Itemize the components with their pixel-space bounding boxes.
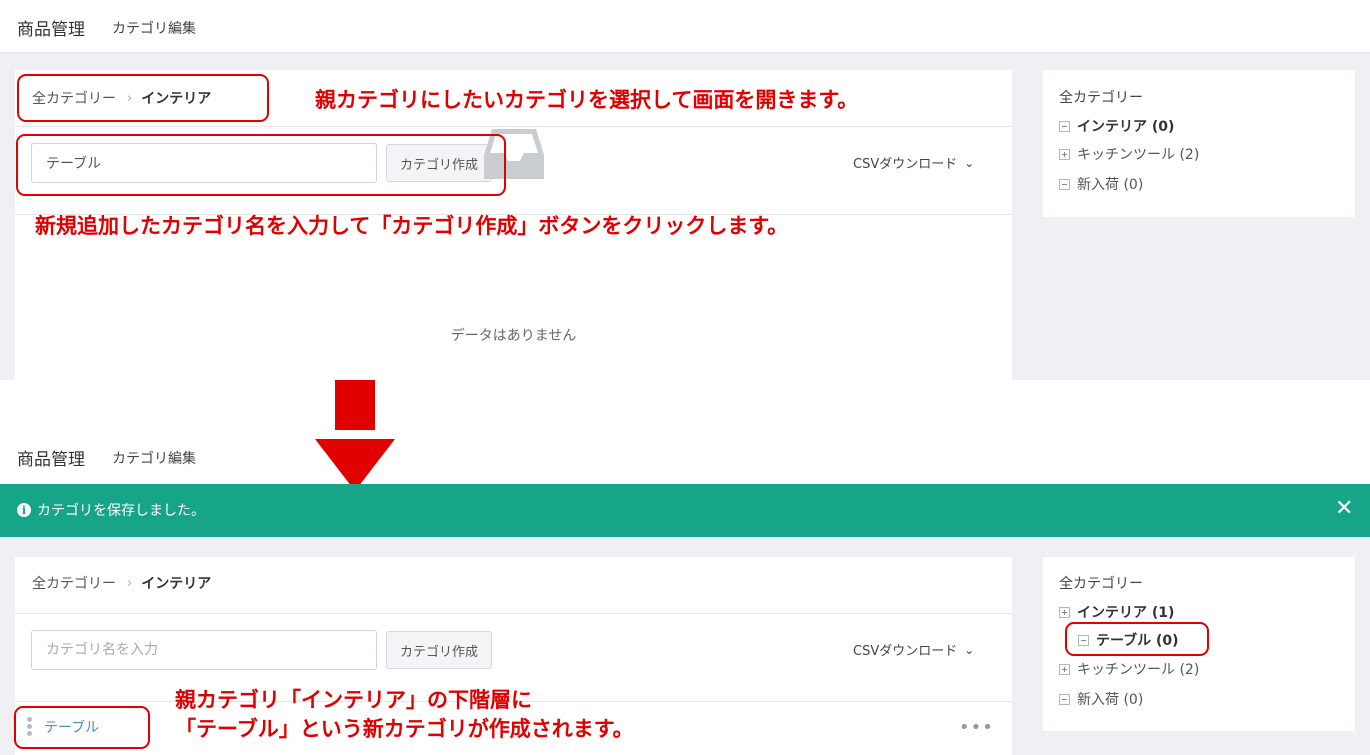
annotation-text-2: 新規追加したカテゴリ名を入力して「カテゴリ作成」ボタンをクリックします。 — [35, 214, 789, 238]
before-category-tree: 全カテゴリー インテリア (0) キッチンツール (2) 新入荷 (0) — [1043, 70, 1355, 217]
collapse-icon[interactable] — [1059, 693, 1070, 705]
expand-icon[interactable] — [1059, 606, 1070, 618]
annotation-box-row — [14, 706, 150, 749]
tree-root[interactable]: 全カテゴリー — [1059, 87, 1143, 107]
empty-state-text: データはありません — [450, 328, 577, 344]
page-subtitle: カテゴリ編集 — [112, 451, 196, 467]
csv-download-label: CSVダウンロード — [853, 157, 958, 172]
annotation-box-tree-table — [1065, 622, 1209, 656]
tree-item-label: インテリア (0) — [1077, 119, 1175, 135]
breadcrumb-separator-icon: › — [127, 575, 133, 591]
tree-item-interior[interactable]: インテリア (0) — [1059, 116, 1174, 136]
chevron-down-icon: ⌄ — [964, 642, 975, 657]
tree-item-label: インテリア (1) — [1077, 605, 1175, 621]
info-icon: i — [17, 503, 31, 517]
collapse-icon[interactable] — [1059, 178, 1070, 190]
csv-download-dropdown[interactable]: CSVダウンロード ⌄ — [853, 153, 975, 173]
annotation-text-1: 親カテゴリにしたいカテゴリを選択して画面を開きます。 — [315, 88, 859, 112]
page-title: 商品管理 — [17, 20, 85, 40]
page-subtitle: カテゴリ編集 — [112, 21, 196, 37]
tree-item-kitchen[interactable]: キッチンツール (2) — [1059, 144, 1199, 164]
annotation-box-breadcrumb — [17, 74, 269, 122]
collapse-icon[interactable] — [1059, 120, 1070, 132]
page-title: 商品管理 — [17, 450, 85, 470]
before-header: 商品管理 カテゴリ編集 — [0, 0, 1370, 53]
tree-item-kitchen[interactable]: キッチンツール (2) — [1059, 659, 1199, 679]
csv-download-label: CSVダウンロード — [853, 644, 958, 659]
annotation-text-3a: 親カテゴリ「インテリア」の下階層に — [175, 688, 532, 712]
tree-item-label: 新入荷 (0) — [1077, 692, 1144, 708]
close-icon[interactable]: ✕ — [1335, 496, 1353, 521]
annotation-text-3b: 「テーブル」という新カテゴリが作成されます。 — [175, 717, 634, 741]
tree-item-label: キッチンツール (2) — [1077, 662, 1200, 678]
tree-item-interior[interactable]: インテリア (1) — [1059, 602, 1174, 622]
banner-message: カテゴリを保存しました。 — [37, 503, 205, 519]
tree-item-label: キッチンツール (2) — [1077, 147, 1200, 163]
expand-icon[interactable] — [1059, 148, 1070, 160]
more-options-icon[interactable]: ••• — [959, 717, 994, 738]
category-name-input[interactable] — [31, 630, 377, 670]
after-header: 商品管理 カテゴリ編集 — [0, 430, 1370, 484]
success-banner: i カテゴリを保存しました。 ✕ — [0, 484, 1370, 537]
tree-item-new-arrivals[interactable]: 新入荷 (0) — [1059, 174, 1143, 194]
csv-download-dropdown[interactable]: CSVダウンロード ⌄ — [853, 640, 975, 660]
expand-icon[interactable] — [1059, 663, 1070, 675]
breadcrumb-current: インテリア — [141, 576, 212, 592]
create-category-button[interactable]: カテゴリ作成 — [386, 631, 492, 669]
chevron-down-icon: ⌄ — [964, 155, 975, 170]
tree-item-new-arrivals[interactable]: 新入荷 (0) — [1059, 689, 1143, 709]
divider — [15, 613, 1012, 614]
breadcrumb: 全カテゴリー › インテリア — [32, 573, 211, 593]
tree-root[interactable]: 全カテゴリー — [1059, 573, 1143, 593]
tree-item-label: 新入荷 (0) — [1077, 177, 1144, 193]
annotation-box-input — [16, 134, 506, 196]
breadcrumb-root[interactable]: 全カテゴリー — [32, 573, 116, 593]
